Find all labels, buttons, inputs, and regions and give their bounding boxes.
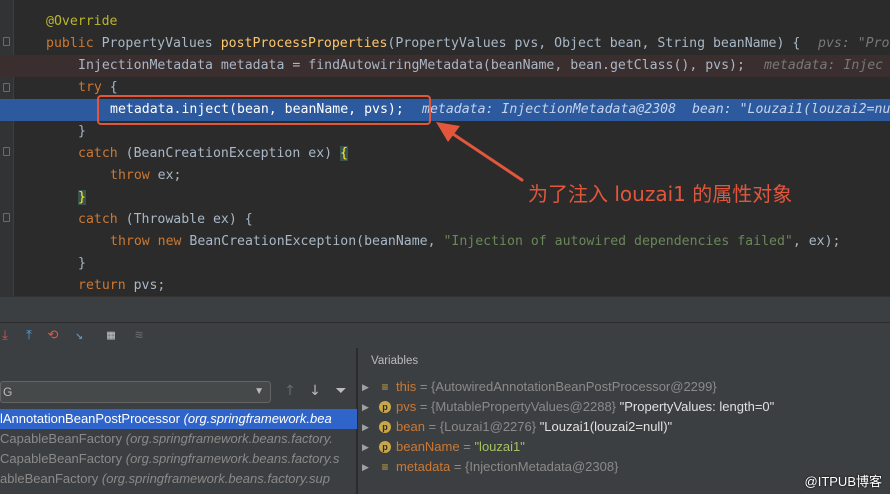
code-token: ex; (149, 168, 182, 183)
keyword-token: try (78, 80, 102, 95)
variable-ref: = (459, 439, 475, 454)
thread-select-value: G (3, 385, 13, 399)
variable-name: metadata (396, 459, 451, 474)
keyword-token: public (46, 36, 94, 51)
variable-value: "Louzai1(louzai2=null)" (539, 419, 673, 434)
stack-frame[interactable]: CapableBeanFactory (org.springframework.… (0, 449, 357, 469)
step-out-icon[interactable]: ⤒ (20, 327, 38, 344)
code-line: InjectionMetadata metadata = findAutowir… (0, 55, 890, 77)
filter-icon[interactable]: ⏷ (332, 382, 350, 400)
stack-frame[interactable]: lAnnotationBeanPostProcessor (org.spring… (0, 409, 357, 429)
trace-stream-icon[interactable]: ≋ (130, 327, 148, 344)
expand-arrow-icon[interactable]: ▶ (362, 417, 369, 437)
variable-name: beanName (396, 439, 460, 454)
expand-arrow-icon[interactable]: ▶ (362, 437, 369, 457)
frame-package: (org.springframework.bea (179, 411, 332, 426)
frame-method: CapableBeanFactory (0, 431, 123, 446)
code-token: BeanCreationException(beanName, (181, 234, 444, 249)
arrow-down-icon[interactable]: ↓ (306, 382, 324, 400)
step-into-icon[interactable]: ⤓ (0, 327, 14, 344)
variable-name: pvs (396, 399, 417, 414)
debug-toolbar: ⤓ ⤒ ⟲ ↘ ▦ ≋ (0, 322, 890, 348)
annotation-text: 为了注入 louzai1 的属性对象 (528, 182, 793, 206)
code-token: , ex); (792, 234, 841, 249)
keyword-token: return (78, 278, 126, 293)
keyword-token: catch (78, 212, 118, 227)
expand-arrow-icon[interactable]: ▶ (362, 397, 369, 417)
matched-brace: { (340, 146, 348, 161)
keyword-token: catch (78, 146, 118, 161)
evaluate-expression-icon[interactable]: ▦ (102, 327, 120, 344)
inline-debug-hint: pvs: "Pro (818, 36, 890, 51)
variable-row[interactable]: ▶ p beanName = "louzai1" (358, 437, 890, 457)
matched-brace: } (78, 190, 86, 205)
code-token: pvs; (125, 278, 166, 293)
method-name: postProcessProperties (220, 36, 388, 51)
variable-row[interactable]: ▶ p pvs = {MutablePropertyValues@2288} "… (358, 397, 890, 417)
parameter-icon: p (379, 401, 391, 413)
code-line: catch (Throwable ex) { (0, 209, 890, 231)
variable-ref: = {Louzai1@2276} (424, 419, 540, 434)
variable-ref: = {AutowiredAnnotationBeanPostProcessor@… (416, 379, 717, 394)
parameter-icon: p (379, 421, 391, 433)
type-token: PropertyValues (93, 36, 221, 51)
keyword-token: new (149, 234, 182, 249)
variable-value: "PropertyValues: length=0" (619, 399, 775, 414)
inline-debug-hint: metadata: Injec (764, 58, 884, 73)
keyword-token: throw (110, 168, 150, 183)
code-token: (BeanCreationException ex) (117, 146, 341, 161)
frame-package: (org.springframework.beans.factory. (122, 431, 333, 446)
variable-row[interactable]: ▶ ≡ this = {AutowiredAnnotationBeanPostP… (358, 377, 890, 397)
thread-select[interactable]: G ▼ (0, 381, 271, 403)
code-token: } (78, 256, 86, 271)
frame-method: ableBeanFactory (0, 471, 99, 486)
variable-ref: = {InjectionMetadata@2308} (450, 459, 619, 474)
variable-name: bean (396, 419, 425, 434)
code-line: public PropertyValues postProcessPropert… (0, 33, 890, 55)
run-to-cursor-icon[interactable]: ↘ (70, 327, 88, 344)
params-token: (PropertyValues pvs, Object bean, String… (387, 36, 801, 51)
code-token: } (78, 124, 86, 139)
stack-frame[interactable]: ableBeanFactory (org.springframework.bea… (0, 469, 357, 489)
variable-row[interactable]: ▶ p bean = {Louzai1@2276} "Louzai1(louza… (358, 417, 890, 437)
parameter-icon: p (379, 441, 391, 453)
arrow-up-icon[interactable]: ↑ (281, 382, 299, 400)
code-editor[interactable]: @Override public PropertyValues postProc… (0, 0, 890, 296)
chevron-down-icon: ▼ (254, 386, 264, 397)
code-token: (Throwable ex) { (117, 212, 253, 227)
expand-arrow-icon[interactable]: ▶ (362, 457, 369, 477)
watermark: @ITPUB博客 (804, 474, 882, 489)
frames-panel: G ▼ ↑ ↓ ⏷ lAnnotationBeanPostProcessor (… (0, 348, 357, 494)
string-literal: "Injection of autowired dependencies fai… (443, 234, 793, 249)
annotation-arrow-icon (436, 122, 524, 182)
code-token: InjectionMetadata metadata = findAutowir… (78, 58, 745, 73)
expand-arrow-icon[interactable]: ▶ (362, 377, 369, 397)
frame-package: (org.springframework.beans.factory.sup (98, 471, 330, 486)
code-token: { (101, 80, 118, 95)
code-line: @Override (0, 11, 890, 33)
variable-value: "louzai1" (474, 439, 525, 454)
panel-title: Variables (371, 355, 419, 367)
variable-name: this (396, 379, 417, 394)
stack-frame[interactable]: CapableBeanFactory (org.springframework.… (0, 429, 357, 449)
frame-method: lAnnotationBeanPostProcessor (0, 411, 180, 426)
code-line: return pvs; (0, 275, 890, 296)
editor-status-strip (0, 296, 890, 322)
variable-ref: = {MutablePropertyValues@2288} (416, 399, 620, 414)
keyword-token: throw (110, 234, 150, 249)
highlight-box (97, 95, 431, 125)
drop-frame-icon[interactable]: ⟲ (44, 327, 62, 344)
code-line: } (0, 253, 890, 275)
code-line: throw new BeanCreationException(beanName… (0, 231, 890, 253)
frame-method: CapableBeanFactory (0, 451, 123, 466)
annotation-token: @Override (46, 14, 118, 29)
frame-package: (org.springframework.beans.factory.s (122, 451, 340, 466)
field-icon: ≡ (381, 460, 389, 474)
field-icon: ≡ (381, 380, 389, 394)
